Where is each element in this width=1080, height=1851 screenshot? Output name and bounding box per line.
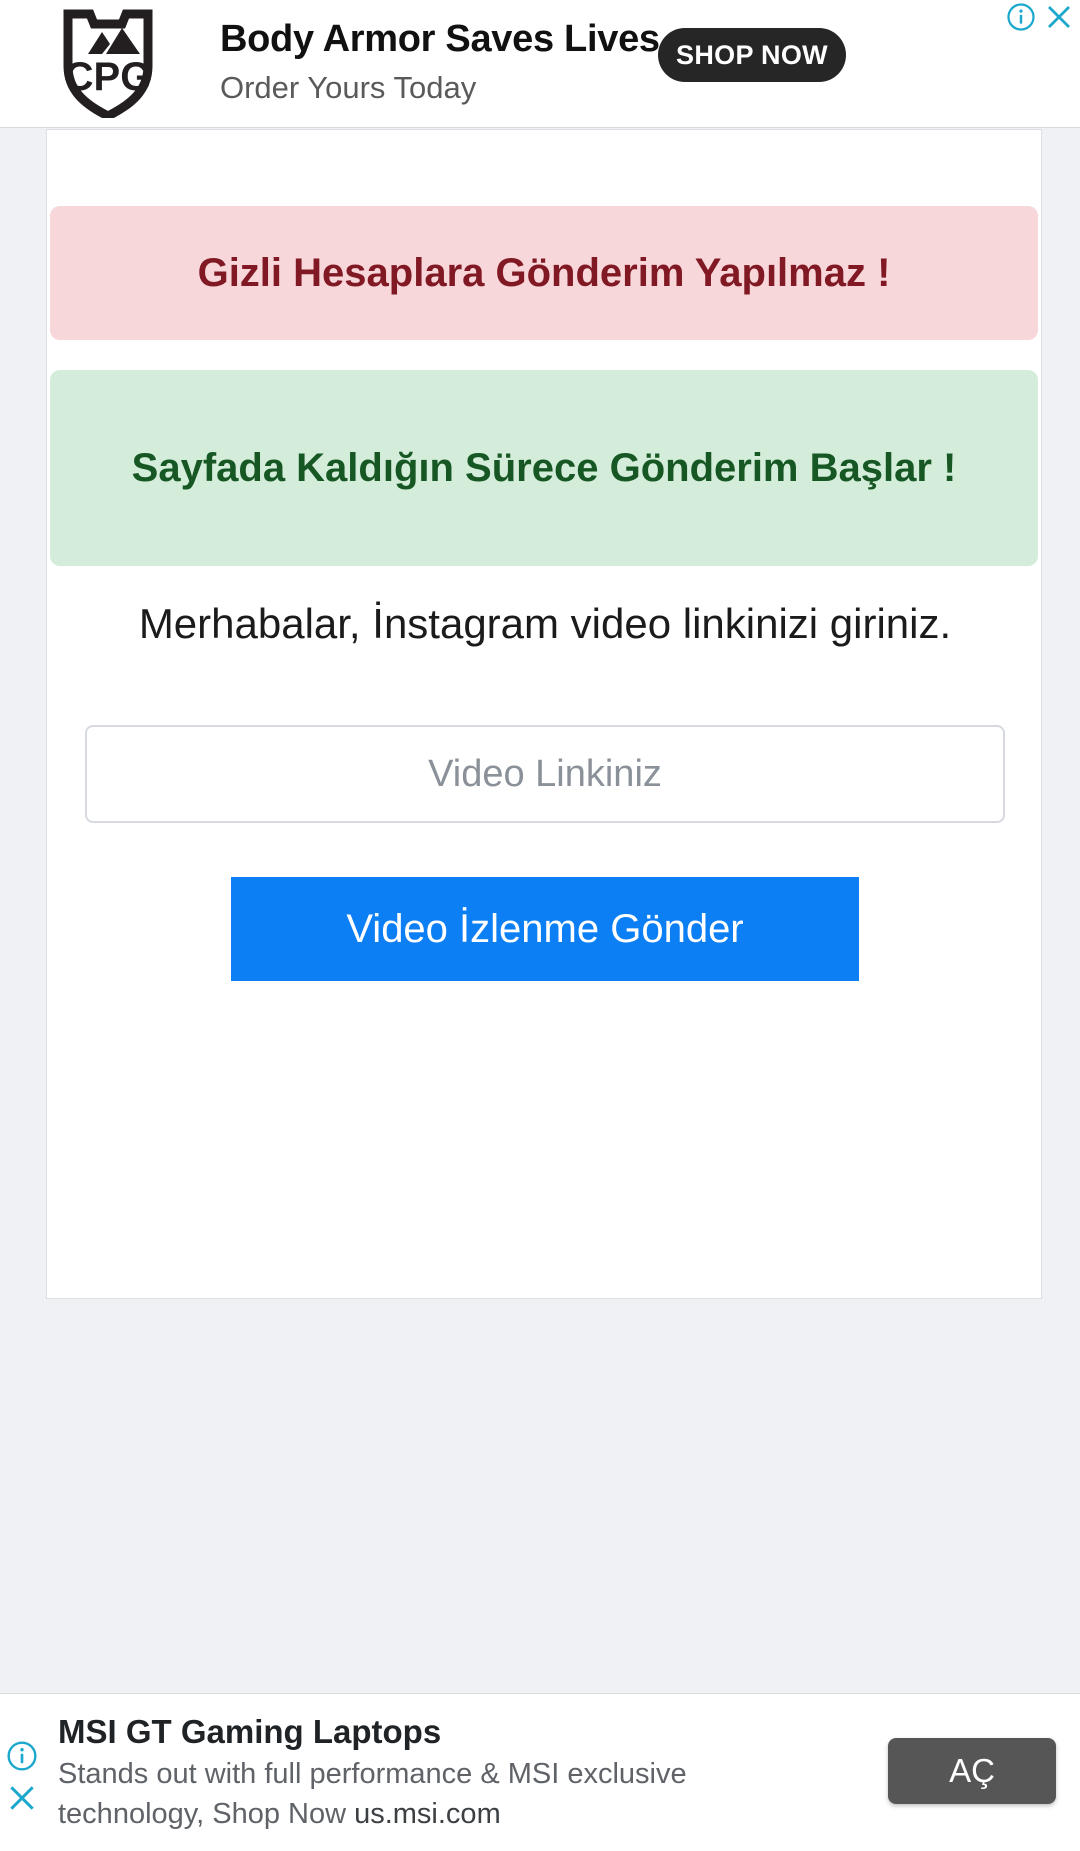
open-ad-button[interactable]: AÇ [888, 1738, 1056, 1804]
video-link-input[interactable] [85, 725, 1005, 823]
close-x-icon[interactable] [1044, 2, 1074, 32]
alert-stay-on-page-info: Sayfada Kaldığın Sürece Gönderim Başlar … [50, 370, 1038, 566]
svg-text:CPG: CPG [65, 55, 152, 99]
top-ad-content: CPG Body Armor Saves Lives Order Yours T… [0, 0, 1080, 128]
top-ad-text-block: Body Armor Saves Lives Order Yours Today [220, 16, 660, 108]
bottom-ad-corner-icons [6, 1740, 38, 1814]
bottom-ad-description-line2: technology, Shop Now us.msi.com [58, 1794, 878, 1834]
shop-now-button[interactable]: SHOP NOW [658, 28, 846, 82]
bottom-ad-title: MSI GT Gaming Laptops [58, 1713, 442, 1750]
bottom-ad-description-line1: Stands out with full performance & MSI e… [58, 1758, 687, 1790]
cpg-shield-logo-icon: CPG [62, 4, 154, 122]
top-ad-subline: Order Yours Today [220, 70, 477, 105]
bottom-ad-description-text: technology, Shop Now [58, 1798, 355, 1830]
alert-private-account-warning: Gizli Hesaplara Gönderim Yapılmaz ! [50, 206, 1038, 340]
form-heading: Merhabalar, İnstagram video linkinizi gi… [138, 600, 952, 647]
info-circle-icon[interactable] [6, 1740, 38, 1772]
form-card: Gizli Hesaplara Gönderim Yapılmaz ! Sayf… [46, 129, 1042, 1299]
bottom-ad-banner[interactable]: MSI GT Gaming Laptops Stands out with fu… [0, 1693, 1080, 1851]
top-ad-headline: Body Armor Saves Lives [220, 18, 660, 60]
top-ad-corner-icons [1006, 2, 1074, 32]
bottom-ad-text-block: MSI GT Gaming Laptops Stands out with fu… [58, 1710, 878, 1834]
page-content-area: Gizli Hesaplara Gönderim Yapılmaz ! Sayf… [0, 129, 1080, 1689]
submit-video-views-button[interactable]: Video İzlenme Gönder [231, 877, 859, 981]
info-circle-icon[interactable] [1006, 2, 1036, 32]
close-x-icon[interactable] [6, 1782, 38, 1814]
top-ad-banner[interactable]: CPG Body Armor Saves Lives Order Yours T… [0, 0, 1080, 128]
bottom-ad-url[interactable]: us.msi.com [354, 1798, 501, 1830]
